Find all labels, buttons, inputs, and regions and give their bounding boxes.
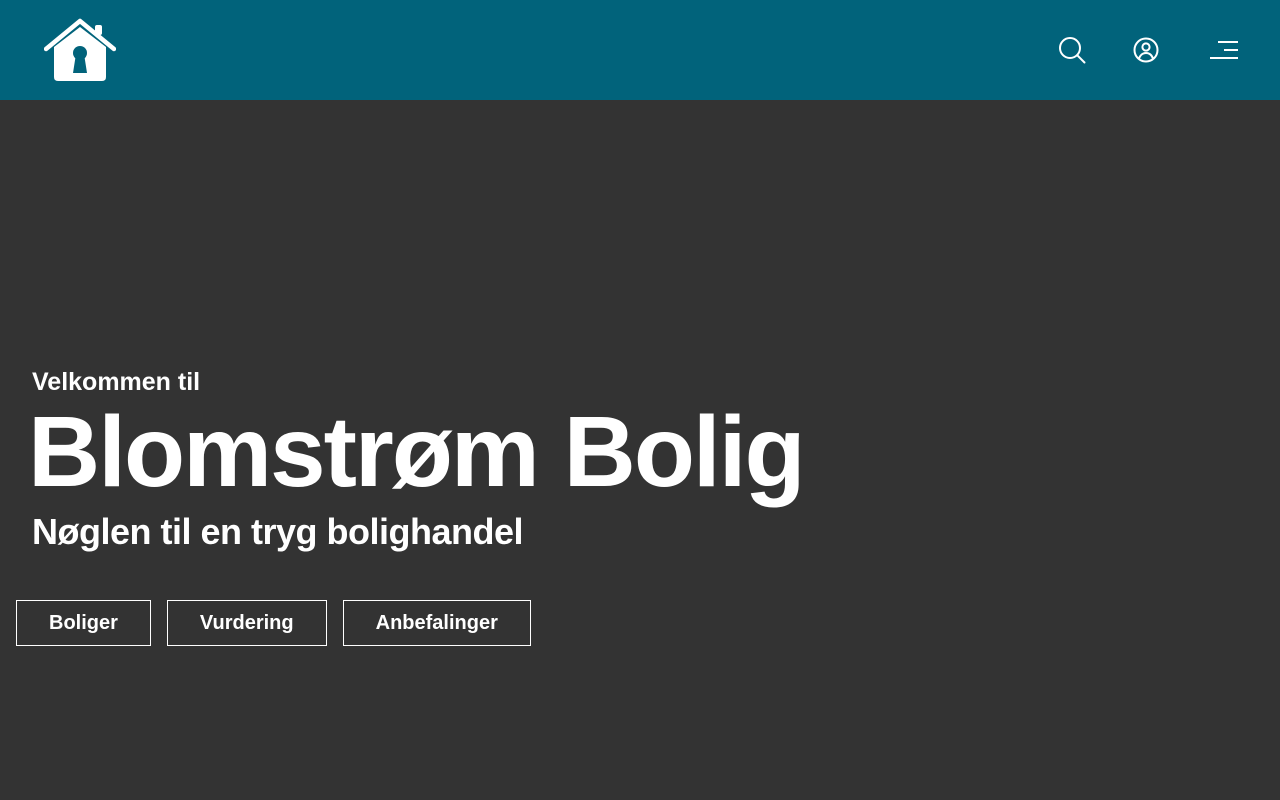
anbefalinger-button[interactable]: Anbefalinger xyxy=(342,600,531,646)
hero-welcome-text: Velkommen til xyxy=(32,368,201,396)
hamburger-menu-icon[interactable] xyxy=(1208,36,1240,64)
house-keyhole-icon[interactable] xyxy=(44,17,116,83)
site-header xyxy=(0,0,1280,100)
boliger-button[interactable]: Boliger xyxy=(16,600,151,646)
vurdering-button[interactable]: Vurdering xyxy=(166,600,327,646)
search-icon[interactable] xyxy=(1058,36,1086,64)
user-circle-icon[interactable] xyxy=(1132,36,1160,64)
hero-tagline: Nøglen til en tryg bolighandel xyxy=(32,511,524,552)
hero-title: Blomstrøm Bolig xyxy=(28,396,806,508)
hero-button-row: Boliger Vurdering Anbefalinger xyxy=(16,600,531,646)
